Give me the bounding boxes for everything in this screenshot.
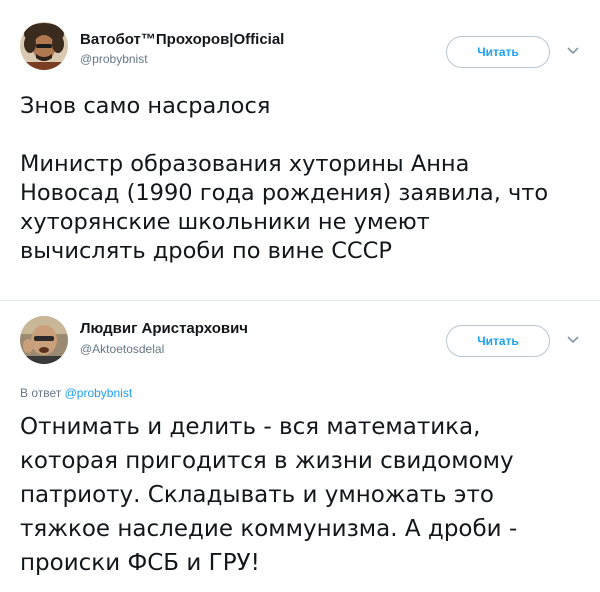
follow-button[interactable]: Читать xyxy=(446,325,550,357)
tweet-original: Ватобот™Прохоров|Official @probybnist Чи… xyxy=(0,0,600,301)
author-handle[interactable]: @Aktoetosdelal xyxy=(80,342,164,356)
reply-handle-link[interactable]: @probybnist xyxy=(65,386,133,400)
avatar[interactable] xyxy=(20,316,68,364)
avatar[interactable] xyxy=(20,22,68,70)
author-name[interactable]: Ватобот™Прохоров|Official xyxy=(80,31,284,48)
avatar-image xyxy=(20,22,68,70)
tweet-text: Отнимать и делить - вся математика, кото… xyxy=(20,414,518,576)
tweet-reply: Людвиг Аристархович @Aktoetosdelal Читат… xyxy=(0,300,600,592)
follow-button[interactable]: Читать xyxy=(446,36,550,68)
author-handle[interactable]: @probybnist xyxy=(80,52,148,66)
avatar-image xyxy=(20,316,68,364)
chevron-down-icon[interactable] xyxy=(566,335,580,345)
reply-prefix: В ответ xyxy=(20,386,62,400)
tweet-text: Знов само насралося Министр образования … xyxy=(20,93,549,264)
reply-context: В ответ @probybnist xyxy=(20,386,132,400)
chevron-down-icon[interactable] xyxy=(566,46,580,56)
author-name[interactable]: Людвиг Аристархович xyxy=(80,320,248,337)
